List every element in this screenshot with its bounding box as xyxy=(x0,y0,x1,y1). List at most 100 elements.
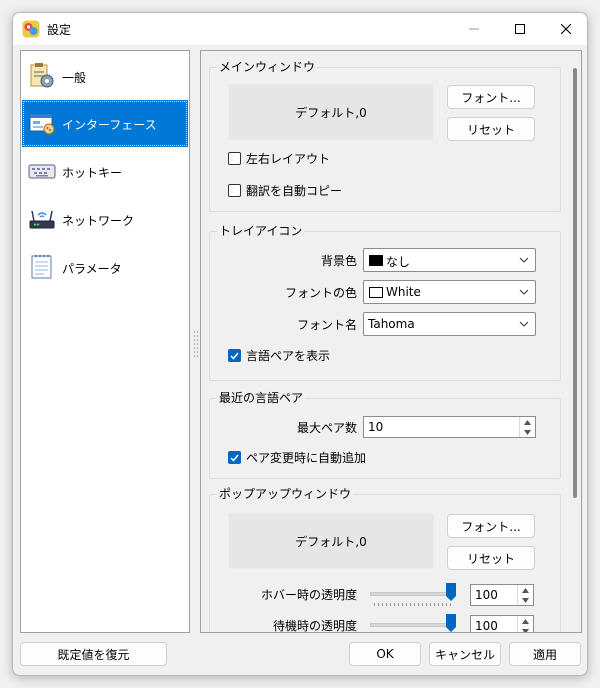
chevron-down-icon xyxy=(519,257,529,263)
checklist-gear-icon xyxy=(30,63,54,88)
category-list: 一般 インターフェース ホットキー ネットワーク パラメータ xyxy=(20,50,190,633)
checkbox-box[interactable] xyxy=(228,152,241,165)
sidebar-item-parameters[interactable]: パラメータ xyxy=(22,244,188,291)
font-color-label: フォントの色 xyxy=(284,286,357,300)
group-title: ポップアップウィンドウ xyxy=(217,487,354,501)
font-name-label: フォント名 xyxy=(296,318,357,332)
slider-thumb[interactable] xyxy=(446,583,456,601)
spin-down-button[interactable] xyxy=(520,427,535,437)
window-palette-icon xyxy=(29,113,55,135)
slider-track xyxy=(370,623,456,627)
spin-up-button[interactable] xyxy=(520,417,535,427)
font-preview-text: デフォルト,0 xyxy=(295,534,367,549)
checkmark-icon xyxy=(230,454,239,462)
max-pairs-spinner[interactable]: 10 xyxy=(363,416,536,438)
bg-color-swatch xyxy=(369,255,383,266)
sidebar-item-label: インターフェース xyxy=(62,118,157,132)
settings-panel: メインウィンドウ デフォルト,0 フォント... リセット 左右レイアウト 翻訳… xyxy=(200,50,582,633)
keyboard-icon xyxy=(28,164,56,179)
checkbox-box[interactable] xyxy=(228,184,241,197)
spinner-arrows xyxy=(517,585,533,605)
sidebar-item-label: ホットキー xyxy=(62,166,123,180)
group-tray-icon: トレイアイコン 背景色 なし フォントの色 White フォント名 Tahoma xyxy=(209,224,561,381)
auto-copy-checkbox[interactable]: 翻訳を自動コピー xyxy=(228,182,342,199)
vertical-scrollbar[interactable] xyxy=(567,51,581,632)
sidebar-item-label: ネットワーク xyxy=(62,214,135,228)
group-recent-pairs: 最近の言語ペア 最大ペア数 10 ペア変更時に自動追加 xyxy=(209,391,561,479)
sidebar-item-interface[interactable]: インターフェース xyxy=(22,100,188,147)
maximize-button[interactable] xyxy=(497,13,543,45)
spin-up-button[interactable] xyxy=(518,616,533,626)
close-icon xyxy=(561,24,571,34)
settings-window: 設定 一般 インターフェース ホットキー ネットワーク パラメータ メインウィン… xyxy=(12,12,588,676)
reset-button-label: リセット xyxy=(466,551,515,566)
spinner-arrows xyxy=(519,417,535,437)
idle-opacity-spinner[interactable]: 100 xyxy=(470,615,534,632)
spinner-arrows xyxy=(517,616,533,632)
reset-button[interactable]: リセット xyxy=(447,117,535,141)
sidebar-item-label: 一般 xyxy=(62,71,87,85)
hover-opacity-slider[interactable] xyxy=(370,583,458,611)
font-color-swatch xyxy=(369,287,383,298)
auto-add-checkbox[interactable]: ペア変更時に自動追加 xyxy=(228,449,366,466)
popup-font-button[interactable]: フォント... xyxy=(447,514,535,538)
close-button[interactable] xyxy=(543,13,587,45)
button-label: 既定値を復元 xyxy=(57,647,130,662)
popup-font-preview: デフォルト,0 xyxy=(228,513,434,569)
window-title: 設定 xyxy=(47,23,72,37)
reset-button-label: リセット xyxy=(466,122,515,137)
idle-opacity-label: 待機時の透明度 xyxy=(272,619,357,633)
caret-down-icon xyxy=(522,597,529,603)
slider-ticks xyxy=(374,603,451,606)
router-icon xyxy=(29,210,55,229)
font-color-select[interactable]: White xyxy=(363,280,536,304)
hover-opacity-spinner[interactable]: 100 xyxy=(470,584,534,606)
cancel-button[interactable]: キャンセル xyxy=(429,642,501,666)
font-name-select[interactable]: Tahoma xyxy=(363,312,536,336)
checkbox-label: 言語ペアを表示 xyxy=(246,349,331,363)
popup-reset-button[interactable]: リセット xyxy=(447,546,535,570)
checkbox-label: ペア変更時に自動追加 xyxy=(246,451,367,465)
checkbox-box[interactable] xyxy=(228,451,241,464)
sidebar-item-label: パラメータ xyxy=(62,262,122,276)
sidebar-item-network[interactable]: ネットワーク xyxy=(22,196,188,243)
bg-color-label: 背景色 xyxy=(320,254,357,268)
font-button-label: フォント... xyxy=(461,519,521,534)
sidebar-item-general[interactable]: 一般 xyxy=(22,53,188,100)
notepad-icon xyxy=(31,254,52,279)
slider-thumb[interactable] xyxy=(446,614,456,632)
maximize-icon xyxy=(515,24,525,34)
button-label: OK xyxy=(376,647,394,661)
scrollbar-thumb[interactable] xyxy=(573,68,577,498)
button-label: キャンセル xyxy=(434,647,495,662)
ok-button[interactable]: OK xyxy=(349,642,421,666)
font-button-label: フォント... xyxy=(461,90,521,105)
rtl-layout-checkbox[interactable]: 左右レイアウト xyxy=(228,150,330,167)
checkbox-label: 翻訳を自動コピー xyxy=(246,184,343,198)
idle-opacity-slider[interactable] xyxy=(370,614,458,632)
restore-defaults-button[interactable]: 既定値を復元 xyxy=(20,642,167,666)
chevron-down-icon xyxy=(519,321,529,327)
app-icon xyxy=(22,20,40,38)
apply-button[interactable]: 適用 xyxy=(509,642,581,666)
button-label: 適用 xyxy=(532,647,557,662)
checkbox-box[interactable] xyxy=(228,349,241,362)
group-title: 最近の言語ペア xyxy=(217,391,306,405)
slider-track xyxy=(370,592,456,596)
spin-up-button[interactable] xyxy=(518,585,533,595)
group-main-window: メインウィンドウ デフォルト,0 フォント... リセット 左右レイアウト 翻訳… xyxy=(209,60,561,212)
spin-down-button[interactable] xyxy=(518,626,533,632)
caret-up-icon xyxy=(522,618,529,624)
spin-down-button[interactable] xyxy=(518,595,533,605)
caret-down-icon xyxy=(522,628,529,632)
max-pairs-label: 最大ペア数 xyxy=(296,421,357,435)
group-popup-window: ポップアップウィンドウ デフォルト,0 フォント... リセット ホバー時の透明… xyxy=(209,487,561,633)
bg-color-select[interactable]: なし xyxy=(363,248,536,272)
bg-color-value: なし xyxy=(386,255,411,269)
splitter-grip[interactable] xyxy=(193,329,199,359)
font-color-value: White xyxy=(386,285,421,299)
minimize-button[interactable] xyxy=(451,13,497,45)
show-pair-checkbox[interactable]: 言語ペアを表示 xyxy=(228,347,330,364)
sidebar-item-hotkeys[interactable]: ホットキー xyxy=(22,148,188,195)
font-button[interactable]: フォント... xyxy=(447,85,535,109)
